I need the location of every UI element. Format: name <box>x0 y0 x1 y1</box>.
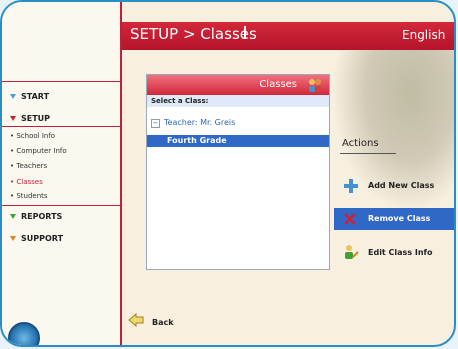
remove-class-button[interactable]: Remove Class <box>334 208 454 230</box>
sidebar-item-support[interactable]: SUPPORT <box>10 234 63 243</box>
teacher-row[interactable]: − Teacher: Mr. Greis <box>151 118 235 128</box>
triangle-red-icon <box>10 116 16 121</box>
panel-title: Classes <box>259 79 297 90</box>
panel-header: Classes <box>147 75 329 95</box>
triangle-orange-icon <box>10 236 16 241</box>
text-cursor <box>244 26 246 38</box>
sidebar-subitem-school-info[interactable]: • School Info <box>10 132 55 140</box>
sidebar-divider <box>2 81 122 82</box>
start-orb-icon[interactable] <box>8 322 40 345</box>
sidebar-divider <box>2 126 122 127</box>
classes-panel: Classes Select a Class: − Teacher: Mr. Gr… <box>146 74 330 270</box>
expand-icon[interactable]: − <box>151 119 160 128</box>
back-button[interactable]: Back <box>152 318 174 327</box>
add-new-class-button[interactable]: Add New Class <box>334 175 454 197</box>
actions-title: Actions <box>342 138 379 149</box>
class-row-selected[interactable]: Fourth Grade <box>147 135 329 147</box>
triangle-blue-icon <box>10 94 16 99</box>
sidebar-subitem-students[interactable]: • Students <box>10 192 48 200</box>
page-title: SETUP > Classes <box>130 25 257 43</box>
sidebar-subitem-teachers[interactable]: • Teachers <box>10 162 47 170</box>
app-window: START SETUP • School Info • Computer Inf… <box>0 0 456 347</box>
edit-person-icon <box>345 245 359 259</box>
actions-underline <box>340 153 396 154</box>
panel-subtitle: Select a Class: <box>147 95 329 107</box>
sidebar-subitem-classes[interactable]: • Classes <box>10 178 43 186</box>
edit-class-info-button[interactable]: Edit Class Info <box>334 242 454 264</box>
sidebar-item-start[interactable]: START <box>10 92 49 101</box>
back-arrow-icon[interactable] <box>128 312 144 328</box>
page-header: SETUP > Classes English ▾ <box>122 22 454 50</box>
sidebar-item-reports[interactable]: REPORTS <box>10 212 62 221</box>
sidebar: START SETUP • School Info • Computer Inf… <box>2 2 122 345</box>
triangle-green-icon <box>10 214 16 219</box>
language-selector[interactable]: English <box>402 28 445 42</box>
x-icon <box>344 213 356 225</box>
sidebar-subitem-computer-info[interactable]: • Computer Info <box>10 147 67 155</box>
sidebar-item-setup[interactable]: SETUP <box>10 114 50 123</box>
plus-icon <box>344 179 358 193</box>
people-icon <box>309 79 321 92</box>
sidebar-divider <box>2 205 122 206</box>
